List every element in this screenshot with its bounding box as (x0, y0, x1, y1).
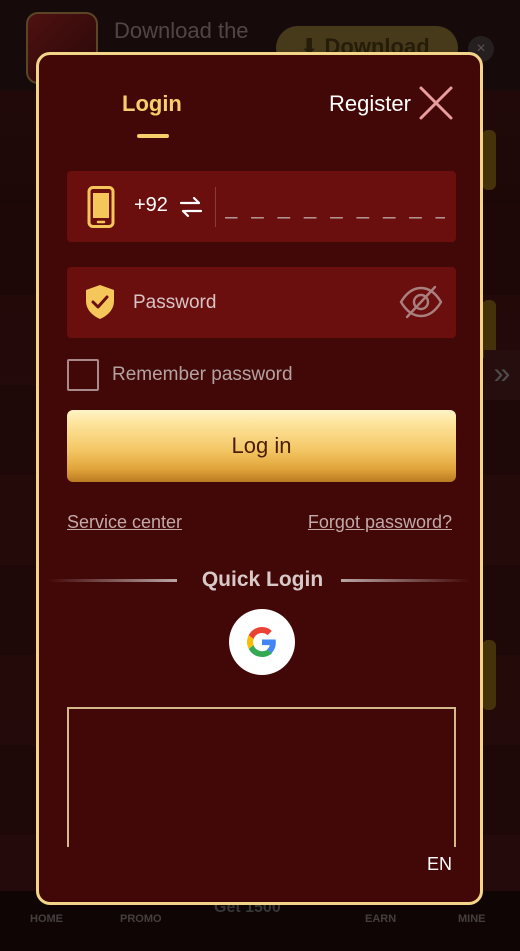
password-field (67, 267, 456, 338)
promo-frame (67, 707, 456, 847)
divider-line (341, 579, 471, 582)
shield-check-icon (85, 284, 115, 320)
language-switch[interactable]: EN (427, 854, 452, 875)
swap-icon[interactable] (179, 195, 203, 219)
remember-label: Remember password (112, 364, 293, 385)
login-button[interactable]: Log in (67, 410, 456, 482)
eye-off-icon[interactable] (399, 285, 443, 319)
phone-field: +92 (67, 171, 456, 242)
tab-register[interactable]: Register (329, 91, 411, 117)
forgot-password-link[interactable]: Forgot password? (308, 512, 452, 533)
phone-icon (87, 186, 115, 228)
service-center-link[interactable]: Service center (67, 512, 182, 533)
field-divider (215, 187, 216, 227)
login-modal: Login Register +92 _ _ _ _ _ _ _ _ _ _ R… (36, 52, 483, 905)
google-icon (247, 627, 276, 657)
tab-login[interactable]: Login (122, 91, 182, 117)
tab-active-indicator (137, 134, 169, 138)
phone-input[interactable] (225, 185, 445, 229)
remember-checkbox[interactable] (67, 359, 99, 391)
password-input[interactable] (133, 283, 383, 323)
country-code[interactable]: +92 (134, 194, 168, 217)
close-icon[interactable] (416, 83, 456, 123)
google-login-button[interactable] (229, 609, 295, 675)
